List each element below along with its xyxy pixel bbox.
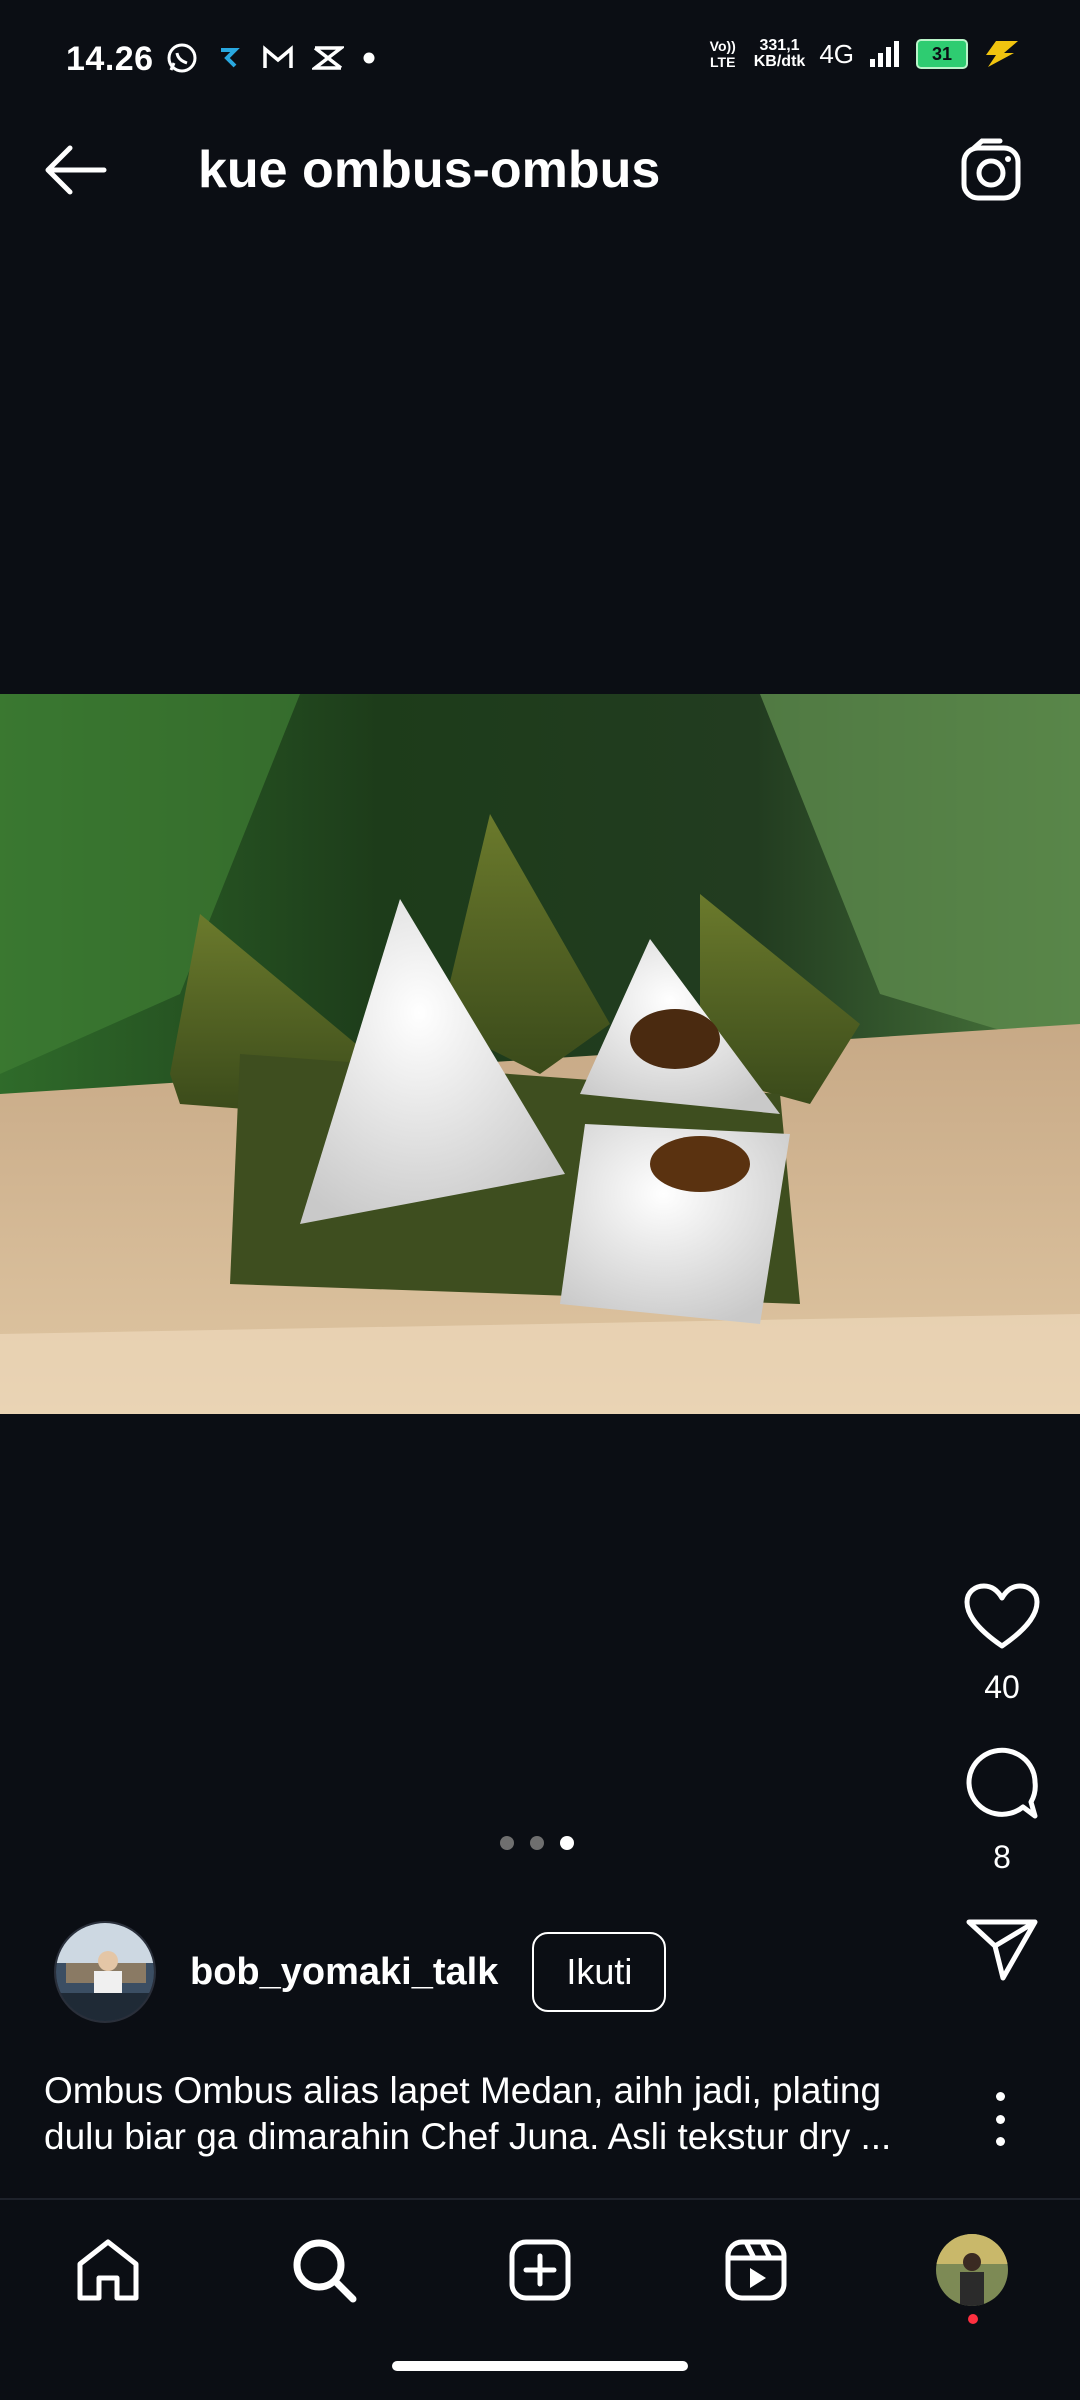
camera-icon	[961, 138, 1021, 201]
nav-create[interactable]	[500, 2230, 580, 2310]
page-title: kue ombus-ombus	[198, 141, 661, 199]
profile-photo	[936, 2234, 1008, 2306]
app-icon	[221, 48, 240, 68]
capcut-icon	[312, 46, 344, 70]
home-icon	[77, 2239, 139, 2301]
comment-button[interactable]	[963, 1746, 1041, 1827]
network-speed-value: 331,1	[759, 37, 800, 54]
nav-reels[interactable]	[716, 2230, 796, 2310]
camera-button[interactable]	[958, 138, 1028, 206]
avatar-photo	[56, 1923, 154, 2021]
status-app-icons	[166, 42, 376, 74]
author-username[interactable]: bob_yomaki_talk	[190, 1951, 498, 1994]
nav-profile[interactable]	[932, 2230, 1012, 2324]
nav-home[interactable]	[68, 2230, 148, 2310]
search-icon	[293, 2239, 357, 2303]
post-actions: 40 8	[954, 1582, 1050, 1987]
more-dot	[995, 2137, 1005, 2146]
caption-line: dulu biar ga dimarahin Chef Juna. Asli t…	[44, 2116, 892, 2157]
top-bar: kue ombus-ombus	[0, 120, 1080, 220]
carousel-dot-active	[560, 1836, 574, 1850]
network-speed: 331,1 KB/dtk	[754, 38, 806, 70]
home-indicator[interactable]	[392, 2361, 688, 2371]
follow-button[interactable]: Ikuti	[532, 1932, 667, 2012]
profile-avatar	[936, 2234, 1008, 2306]
author-row: bob_yomaki_talk Ikuti	[54, 1921, 667, 2023]
comment-icon	[966, 1747, 1038, 1819]
more-options-button[interactable]	[990, 2092, 1010, 2146]
status-indicators: Vo)) LTE 331,1 KB/dtk 4G 31	[706, 38, 1020, 70]
create-icon	[509, 2239, 571, 2301]
carousel-dot	[530, 1836, 544, 1850]
notification-dot	[968, 2314, 978, 2324]
carousel-indicator	[500, 1836, 574, 1850]
gmail-icon	[263, 45, 293, 68]
back-button[interactable]	[40, 142, 112, 198]
volte-indicator: Vo)) LTE	[709, 38, 736, 70]
carousel-dot	[500, 1836, 514, 1850]
battery-indicator: 31	[916, 39, 968, 69]
whatsapp-icon	[167, 43, 197, 73]
reels-icon	[725, 2239, 787, 2301]
post-image[interactable]	[0, 694, 1080, 1414]
status-bar: 14.26 Vo)) LTE 331,1 KB/dtk 4G 31	[0, 0, 1080, 100]
share-button[interactable]	[965, 1916, 1039, 1987]
author-avatar[interactable]	[54, 1921, 156, 2023]
nav-search[interactable]	[284, 2230, 364, 2310]
charging-icon	[986, 41, 1018, 67]
network-speed-unit: KB/dtk	[753, 53, 806, 70]
dot-icon	[363, 52, 375, 64]
like-button[interactable]	[963, 1582, 1041, 1657]
status-time: 14.26	[66, 40, 154, 78]
caption-line: Ombus Ombus alias lapet Medan, aihh jadi…	[44, 2070, 882, 2111]
bottom-nav	[0, 2200, 1080, 2340]
network-type: 4G	[819, 38, 854, 69]
send-icon	[966, 1919, 1038, 1981]
like-count: 40	[984, 1669, 1020, 1705]
arrow-left-icon	[45, 145, 107, 195]
food-photo	[0, 694, 1080, 1414]
post-caption[interactable]: Ombus Ombus alias lapet Medan, aihh jadi…	[44, 2068, 944, 2160]
more-dot	[995, 2114, 1005, 2124]
signal-icon	[870, 41, 899, 67]
comment-count: 8	[993, 1839, 1011, 1875]
heart-icon	[964, 1583, 1040, 1649]
more-dot	[995, 2092, 1005, 2101]
